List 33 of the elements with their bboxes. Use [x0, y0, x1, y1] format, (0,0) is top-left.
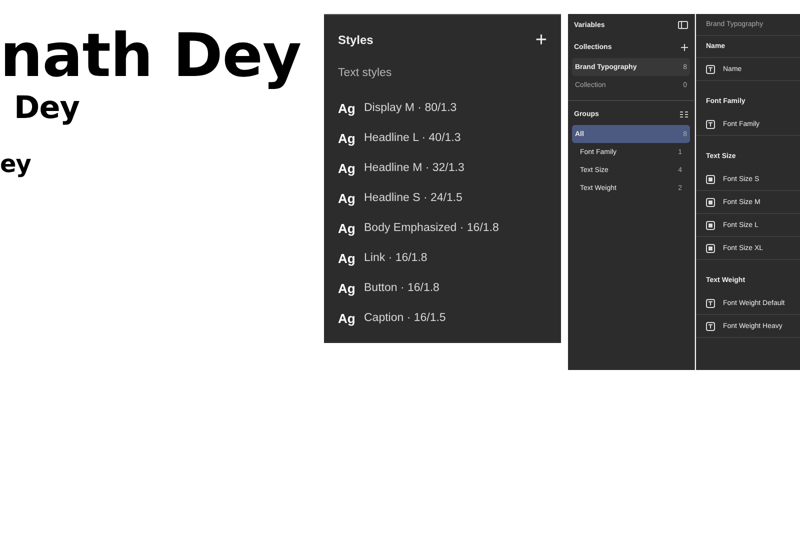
number-variable-icon — [706, 174, 715, 184]
text-variable-icon — [706, 64, 715, 74]
text-style-item[interactable]: Headline M · 32/1.3 — [364, 162, 464, 174]
number-variable-icon — [706, 220, 715, 230]
text-style-item[interactable]: Display M · 80/1.3 — [364, 102, 457, 114]
sidebar-toggle-icon[interactable] — [678, 21, 688, 29]
text-style-item[interactable]: Link · 16/1.8 — [364, 252, 428, 264]
add-icon[interactable] — [681, 44, 688, 50]
text-style-item[interactable]: Caption · 16/1.5 — [364, 312, 446, 324]
style-sample: Ag — [338, 280, 356, 296]
heading-text: Dey — [14, 91, 80, 127]
group-list-icon[interactable] — [680, 110, 688, 118]
style-sample: Ag — [338, 130, 356, 146]
panel-title: Styles — [338, 33, 374, 47]
heading-text: ey — [0, 150, 31, 178]
text-variable-icon — [706, 120, 715, 128]
style-sample: Ag — [338, 250, 356, 266]
text-style-item[interactable]: Button · 16/1.8 — [364, 282, 440, 294]
text-style-item[interactable]: Headline S · 24/1.5 — [364, 192, 462, 204]
heading-text: nath Dey — [0, 22, 302, 91]
text-style-item[interactable]: Headline L · 40/1.3 — [364, 132, 461, 144]
style-sample: Ag — [338, 190, 356, 206]
text-variable-icon — [706, 298, 715, 308]
style-sample: Ag — [338, 220, 356, 236]
text-style-item[interactable]: Body Emphasized · 16/1.8 — [364, 222, 499, 234]
style-sample: Ag — [338, 310, 356, 326]
add-style-button[interactable]: + — [535, 30, 547, 50]
text-variable-icon — [706, 322, 715, 330]
section-label: Text styles — [338, 67, 393, 79]
style-sample: Ag — [338, 100, 356, 116]
number-variable-icon — [706, 244, 715, 252]
style-sample: Ag — [338, 160, 356, 176]
number-variable-icon — [706, 198, 715, 206]
